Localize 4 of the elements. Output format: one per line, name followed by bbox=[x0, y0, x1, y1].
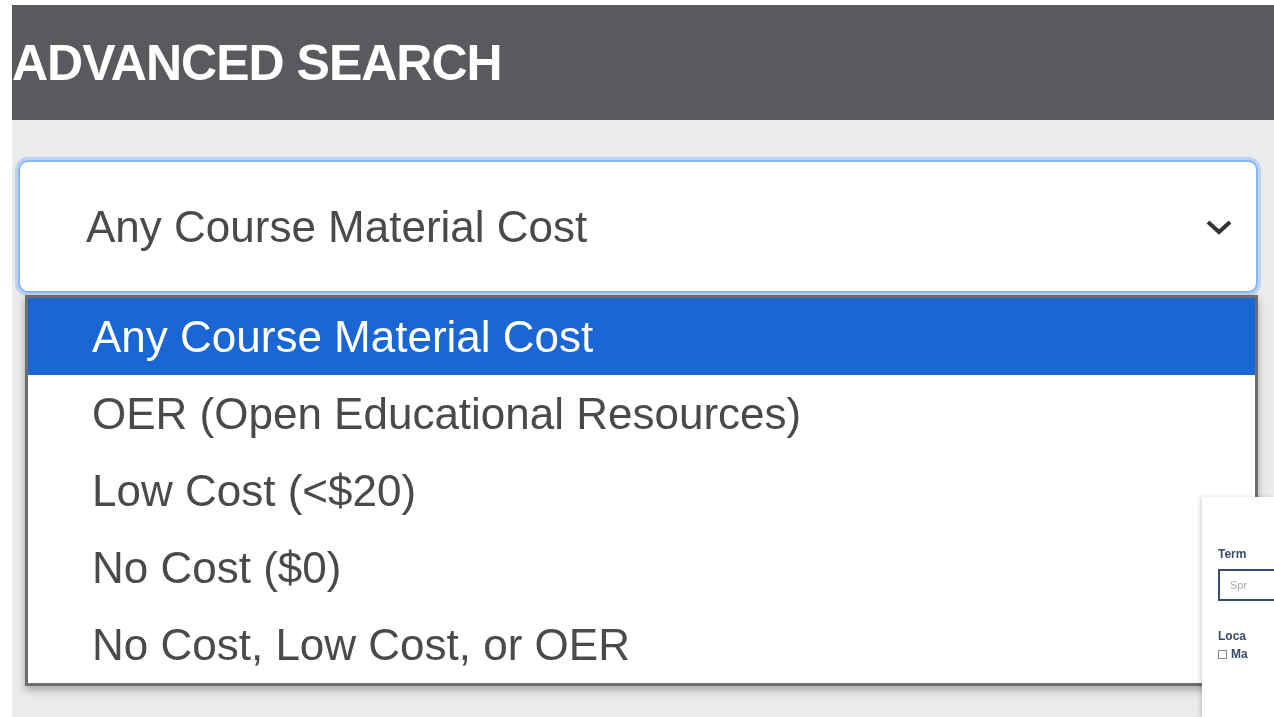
page-title: ADVANCED SEARCH bbox=[12, 33, 502, 92]
field-label: Loca bbox=[1218, 629, 1247, 643]
checkbox-label: Ma bbox=[1231, 647, 1248, 661]
field-label: Term bbox=[1218, 547, 1248, 561]
